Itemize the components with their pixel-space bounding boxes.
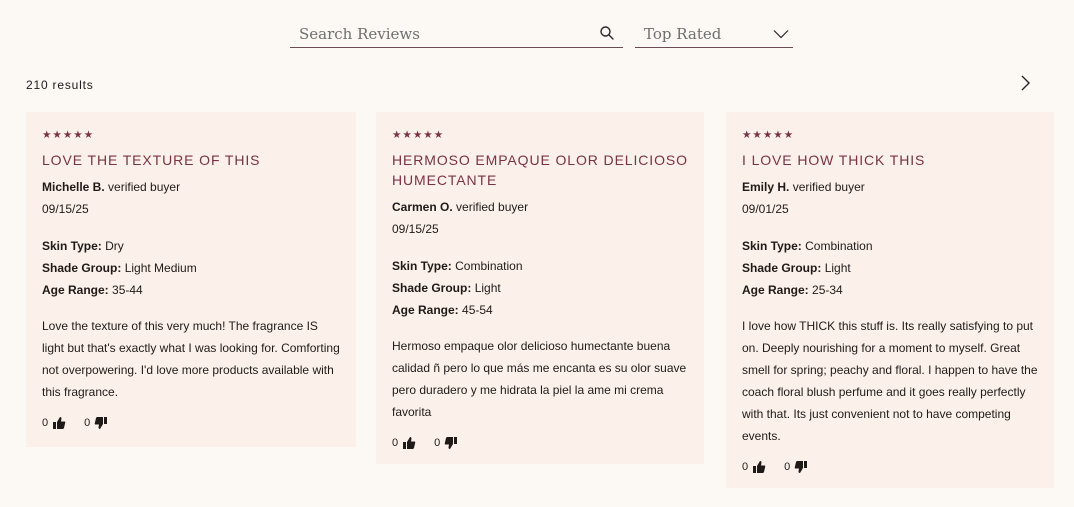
age-range-value: 35-44 [112,283,143,297]
helpful-no-count: 0 [784,461,791,473]
star-rating: ★ ★ ★ ★ ★ [392,129,688,141]
thumbs-down-icon [444,437,458,449]
verified-badge: verified buyer [108,180,181,194]
verified-badge: verified buyer [456,200,529,214]
helpful-votes: 0 0 [742,459,1038,475]
star-icon: ★ [73,129,83,141]
thumbs-down-icon [794,461,808,473]
star-icon: ★ [83,129,94,141]
sort-selected-label: Top Rated [644,24,722,43]
star-icon: ★ [762,129,773,141]
age-range-value: 45-54 [462,303,493,317]
review-date: 09/15/25 [392,222,439,236]
skin-type-value: Dry [105,239,124,253]
skin-type-value: Combination [805,239,873,253]
helpful-no-button[interactable]: 0 [784,460,808,474]
reviewer-line: Michelle B. verified buyer [42,180,340,194]
helpful-votes: 0 0 [392,435,688,451]
reviewer-attributes: Skin Type: Dry Shade Group: Light Medium… [42,235,340,301]
review-date: 09/01/25 [742,202,789,216]
helpful-yes-button[interactable]: 0 [42,416,66,430]
helpful-votes: 0 0 [42,415,340,431]
shade-group-value: Light [824,261,851,275]
helpful-no-count: 0 [434,437,441,449]
reviewer-name: Emily H. [742,180,790,194]
star-icon: ★ [742,129,752,141]
shade-group-value: Light Medium [124,261,197,275]
star-icon: ★ [392,129,402,141]
skin-type-label: Skin Type: [742,239,802,253]
helpful-no-button[interactable]: 0 [84,416,108,430]
chevron-right-icon[interactable] [1016,74,1034,92]
review-body: Hermoso empaque olor delicioso humectant… [392,339,687,419]
verified-badge: verified buyer [792,180,865,194]
review-title: I LOVE HOW THICK THIS [742,152,926,168]
skin-type-label: Skin Type: [392,259,452,273]
thumbs-up-icon [53,417,66,429]
star-icon: ★ [412,129,423,141]
reviewer-attributes: Skin Type: Combination Shade Group: Ligh… [742,235,1038,301]
review-card: ★ ★ ★ ★ ★ HERMOSO EMPAQUE OLOR DELICIOSO HUM… [376,112,704,464]
review-title: LOVE THE TEXTURE OF THIS [42,152,261,168]
shade-group-label: Shade Group: [392,281,472,295]
review-body: Love the texture of this very much! The … [42,319,340,399]
shade-group-label: Shade Group: [742,261,822,275]
review-date: 09/15/25 [42,202,89,216]
star-rating: ★ ★ ★ ★ ★ [42,129,340,141]
helpful-yes-count: 0 [742,461,749,473]
review-title: HERMOSO EMPAQUE OLOR DELICIOSO HUMECTANT… [392,152,688,188]
star-icon: ★ [402,129,412,141]
reviewer-name: Carmen O. [392,200,453,214]
review-card: ★ ★ ★ ★ ★ LOVE THE TEXTURE OF THIS Michelle … [26,112,356,447]
star-icon: ★ [52,129,62,141]
helpful-yes-button[interactable]: 0 [392,436,416,450]
star-icon: ★ [42,129,52,141]
helpful-no-button[interactable]: 0 [434,436,458,450]
search-bar [290,18,623,48]
helpful-yes-count: 0 [42,417,49,429]
age-range-label: Age Range: [42,283,109,297]
age-range-label: Age Range: [742,283,809,297]
thumbs-up-icon [403,437,416,449]
star-icon: ★ [423,129,433,141]
star-icon: ★ [752,129,762,141]
review-card: ★ ★ ★ ★ ★ I LOVE HOW THICK THIS Emily H. ver… [726,112,1054,488]
reviewer-line: Carmen O. verified buyer [392,200,688,214]
thumbs-down-icon [94,417,108,429]
star-icon: ★ [783,129,794,141]
star-icon: ★ [62,129,73,141]
helpful-yes-count: 0 [392,437,399,449]
shade-group-label: Shade Group: [42,261,122,275]
star-icon: ★ [773,129,783,141]
skin-type-value: Combination [455,259,523,273]
skin-type-label: Skin Type: [42,239,102,253]
search-icon[interactable] [599,25,615,41]
reviewer-attributes: Skin Type: Combination Shade Group: Ligh… [392,255,688,321]
star-icon: ★ [433,129,444,141]
results-count: 210 results [26,78,94,92]
search-input[interactable] [290,22,590,43]
helpful-no-count: 0 [84,417,91,429]
review-body: I love how THICK this stuff is. Its real… [742,319,1038,443]
star-rating: ★ ★ ★ ★ ★ [742,129,1038,141]
chevron-down-icon [773,29,789,38]
age-range-value: 25-34 [812,283,843,297]
shade-group-value: Light [474,281,501,295]
reviewer-name: Michelle B. [42,180,105,194]
reviewer-line: Emily H. verified buyer [742,180,1038,194]
age-range-label: Age Range: [392,303,459,317]
thumbs-up-icon [753,461,766,473]
helpful-yes-button[interactable]: 0 [742,460,766,474]
sort-dropdown[interactable]: Top Rated [635,18,793,48]
